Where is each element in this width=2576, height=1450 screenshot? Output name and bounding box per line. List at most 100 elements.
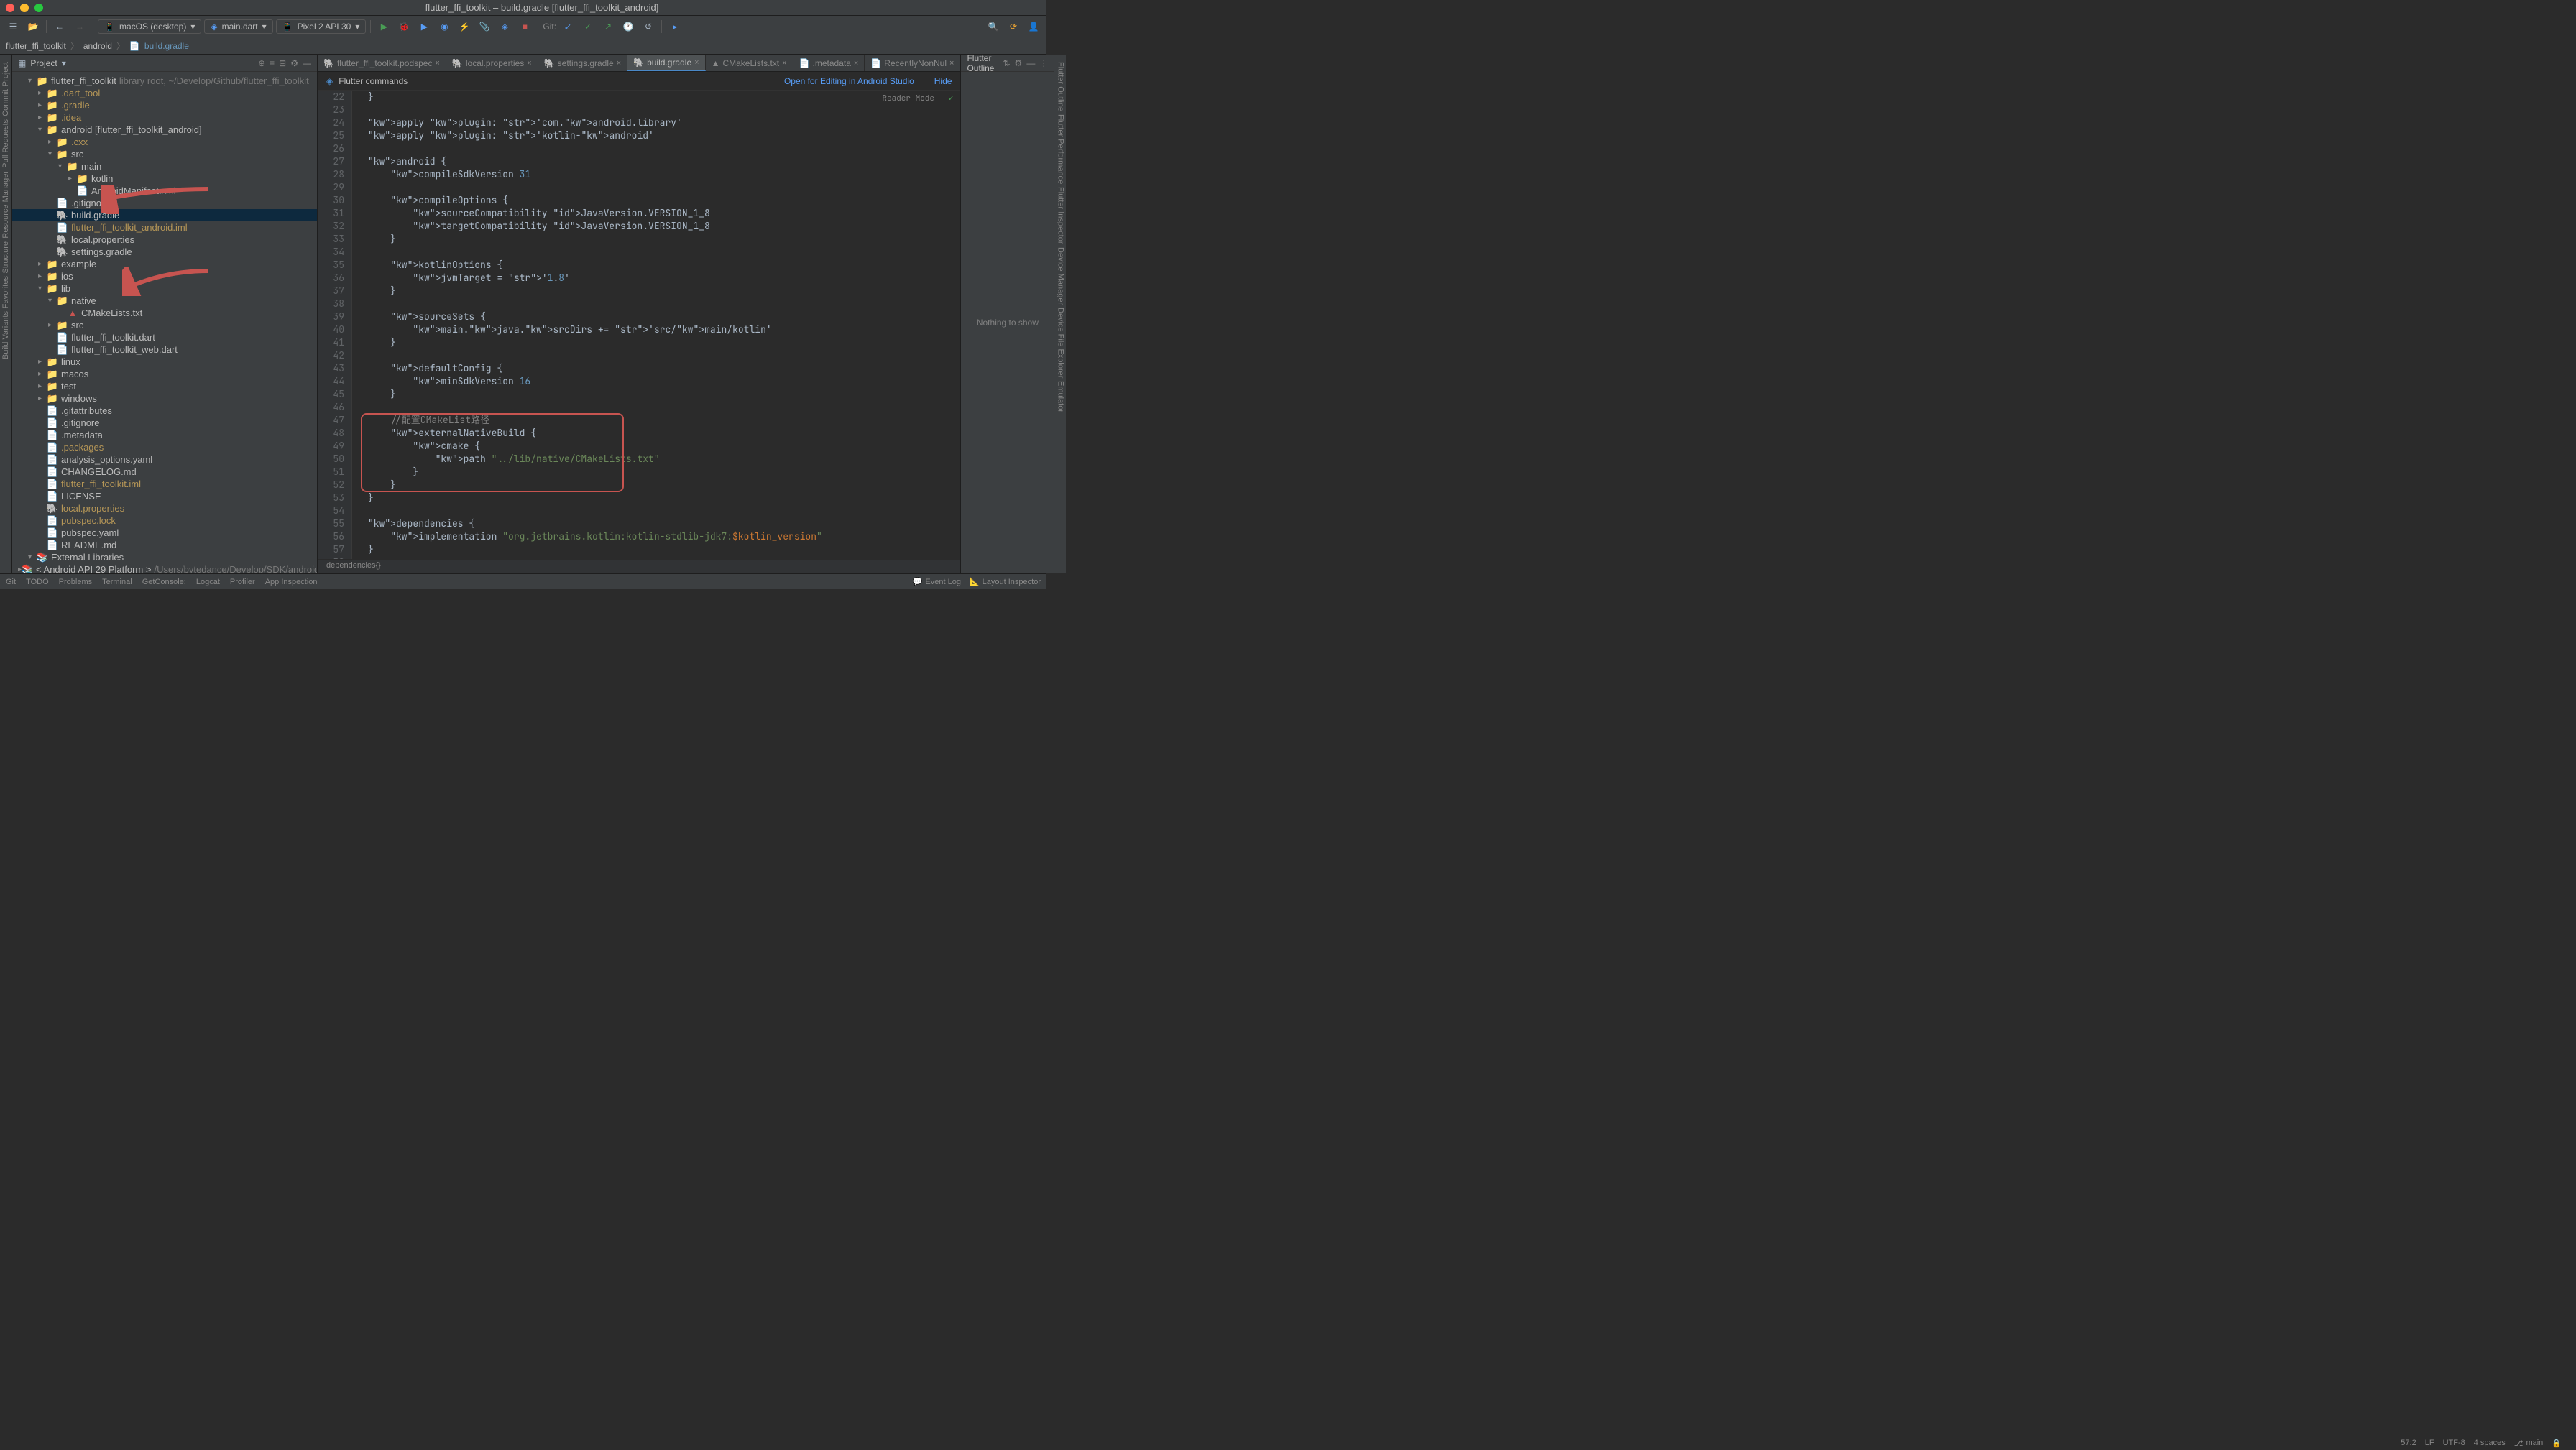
- tree-item-windows[interactable]: ▸📁windows: [12, 392, 317, 405]
- reset-button[interactable]: ⟳: [1005, 18, 1022, 35]
- git-update-button[interactable]: ↙: [559, 18, 576, 35]
- editor-tab-recentlynonnul[interactable]: 📄RecentlyNonNul×: [865, 55, 960, 71]
- close-tab-icon[interactable]: ×: [617, 59, 621, 68]
- encoding[interactable]: UTF-8: [2443, 1439, 2465, 1448]
- tool-tab-device-file-explorer[interactable]: Device File Explorer: [1054, 306, 1066, 379]
- chevron-down-icon[interactable]: ▾: [62, 58, 66, 68]
- tree-item-flutter-ffi-toolkit-web-dart[interactable]: 📄flutter_ffi_toolkit_web.dart: [12, 343, 317, 356]
- tool-tab-flutter-performance[interactable]: Flutter Performance: [1054, 113, 1066, 185]
- close-tab-icon[interactable]: ×: [854, 59, 858, 68]
- tree-item--android-api-29-platform-[interactable]: ▸📚< Android API 29 Platform > /Users/byt…: [12, 563, 317, 573]
- tree-item-linux[interactable]: ▸📁linux: [12, 356, 317, 368]
- close-tab-icon[interactable]: ×: [949, 59, 954, 68]
- project-tree[interactable]: ▾📁flutter_ffi_toolkit library root, ~/De…: [12, 72, 317, 573]
- editor-tab-settings-gradle[interactable]: 🐘settings.gradle×: [538, 55, 627, 71]
- select-opened-icon[interactable]: ⊕: [258, 58, 265, 68]
- maximize-window-button[interactable]: [34, 4, 43, 12]
- attach-button[interactable]: 📎: [476, 18, 493, 35]
- editor-tab-local-properties[interactable]: 🐘local.properties×: [446, 55, 538, 71]
- tree-item-src[interactable]: ▸📁src: [12, 319, 317, 331]
- tool-tab-resource-manager[interactable]: Resource Manager: [0, 170, 12, 240]
- tree-item-flutter-ffi-toolkit-android-iml[interactable]: 📄flutter_ffi_toolkit_android.iml: [12, 221, 317, 234]
- tool-tab-emulator[interactable]: Emulator: [1054, 379, 1066, 414]
- tree-item--idea[interactable]: ▸📁.idea: [12, 111, 317, 124]
- tree-item-readme-md[interactable]: 📄README.md: [12, 539, 317, 551]
- tree-item-kotlin[interactable]: ▸📁kotlin: [12, 172, 317, 185]
- tree-item-flutter-ffi-toolkit[interactable]: ▾📁flutter_ffi_toolkit library root, ~/De…: [12, 75, 317, 87]
- bottom-tool-git[interactable]: Git: [6, 578, 16, 586]
- tree-item--metadata[interactable]: 📄.metadata: [12, 429, 317, 441]
- tree-item--gradle[interactable]: ▸📁.gradle: [12, 99, 317, 111]
- device-selector[interactable]: 📱 macOS (desktop) ▾: [98, 19, 201, 34]
- tree-item--cxx[interactable]: ▸📁.cxx: [12, 136, 317, 148]
- emulator-selector[interactable]: 📱 Pixel 2 API 30 ▾: [276, 19, 367, 34]
- breadcrumb-root[interactable]: flutter_ffi_toolkit: [6, 41, 66, 51]
- more-button[interactable]: ▸: [666, 18, 684, 35]
- git-push-button[interactable]: ↗: [599, 18, 617, 35]
- lock-icon[interactable]: 🔒: [2552, 1439, 2562, 1448]
- editor-tab-cmakelists-txt[interactable]: ▲CMakeLists.txt×: [706, 55, 794, 71]
- indent[interactable]: 4 spaces: [2474, 1439, 2506, 1448]
- tree-item-external-libraries[interactable]: ▾📚External Libraries: [12, 551, 317, 563]
- coverage-button[interactable]: ▶: [415, 18, 433, 35]
- tree-item-settings-gradle[interactable]: 🐘settings.gradle: [12, 246, 317, 258]
- run-config-selector[interactable]: ◈ main.dart ▾: [204, 19, 272, 34]
- tree-item-example[interactable]: ▸📁example: [12, 258, 317, 270]
- tree-item-test[interactable]: ▸📁test: [12, 380, 317, 392]
- tree-item-flutter-ffi-toolkit-iml[interactable]: 📄flutter_ffi_toolkit.iml: [12, 478, 317, 490]
- tree-item-changelog-md[interactable]: 📄CHANGELOG.md: [12, 466, 317, 478]
- tool-tab-pull-requests[interactable]: Pull Requests: [0, 118, 12, 170]
- debug-button[interactable]: 🐞: [395, 18, 413, 35]
- breadcrumb-folder[interactable]: android: [83, 41, 112, 51]
- editor-tab-build-gradle[interactable]: 🐘build.gradle×: [627, 55, 705, 71]
- layout-inspector-button[interactable]: 📐 Layout Inspector: [970, 577, 1041, 586]
- tree-item-build-gradle[interactable]: 🐘build.gradle: [12, 209, 317, 221]
- search-button[interactable]: 🔍: [985, 18, 1002, 35]
- minimize-window-button[interactable]: [20, 4, 29, 12]
- close-tab-icon[interactable]: ×: [694, 58, 699, 67]
- breadcrumb-file[interactable]: build.gradle: [144, 41, 189, 51]
- close-tab-icon[interactable]: ×: [435, 59, 439, 68]
- open-android-studio-link[interactable]: Open for Editing in Android Studio: [784, 76, 914, 86]
- git-branch[interactable]: ⎇ main: [2514, 1439, 2544, 1448]
- tree-item-license[interactable]: 📄LICENSE: [12, 490, 317, 502]
- git-commit-button[interactable]: ✓: [579, 18, 597, 35]
- tree-item--gitattributes[interactable]: 📄.gitattributes: [12, 405, 317, 417]
- tree-item-main[interactable]: ▾📁main: [12, 160, 317, 172]
- tree-item-cmakelists-txt[interactable]: ▲CMakeLists.txt: [12, 307, 317, 319]
- git-revert-button[interactable]: ↺: [640, 18, 657, 35]
- more-icon[interactable]: ⋮: [1039, 58, 1048, 68]
- tree-item-analysis-options-yaml[interactable]: 📄analysis_options.yaml: [12, 453, 317, 466]
- tool-tab-structure[interactable]: Structure: [0, 240, 12, 275]
- close-window-button[interactable]: [6, 4, 14, 12]
- filter-icon[interactable]: ⇅: [1003, 58, 1010, 68]
- code-content[interactable]: } "kw">apply "kw">plugin: "str">'com."kw…: [362, 91, 960, 559]
- event-log-button[interactable]: 💬 Event Log: [913, 577, 961, 586]
- fold-gutter[interactable]: [352, 91, 362, 559]
- tree-item-local-properties[interactable]: 🐘local.properties: [12, 502, 317, 514]
- hot-reload-button[interactable]: ⚡: [456, 18, 473, 35]
- hide-icon[interactable]: —: [303, 58, 311, 68]
- bottom-tool-getconsole-[interactable]: GetConsole:: [142, 578, 186, 586]
- tree-item--gitignore[interactable]: 📄.gitignore: [12, 197, 317, 209]
- close-tab-icon[interactable]: ×: [782, 59, 786, 68]
- back-button[interactable]: ←: [51, 18, 68, 35]
- hide-icon[interactable]: —: [1026, 58, 1035, 68]
- tree-item-lib[interactable]: ▾📁lib: [12, 282, 317, 295]
- tree-item--dart-tool[interactable]: ▸📁.dart_tool: [12, 87, 317, 99]
- tool-tab-flutter-outline[interactable]: Flutter Outline: [1054, 60, 1066, 113]
- tree-item-pubspec-lock[interactable]: 📄pubspec.lock: [12, 514, 317, 527]
- reader-mode-label[interactable]: Reader Mode ✓: [882, 93, 953, 103]
- flutter-attach-button[interactable]: ◈: [496, 18, 513, 35]
- settings-icon[interactable]: ⚙: [290, 58, 298, 68]
- open-button[interactable]: 📂: [24, 18, 42, 35]
- tree-item-androidmanifest-xml[interactable]: 📄AndroidManifest.xml: [12, 185, 317, 197]
- bottom-tool-problems[interactable]: Problems: [59, 578, 92, 586]
- editor-tab--metadata[interactable]: 📄.metadata×: [794, 55, 865, 71]
- run-button[interactable]: ▶: [375, 18, 392, 35]
- bottom-tool-app-inspection[interactable]: App Inspection: [265, 578, 318, 586]
- bottom-tool-terminal[interactable]: Terminal: [102, 578, 132, 586]
- collapse-all-icon[interactable]: ⊟: [279, 58, 286, 68]
- hide-banner-link[interactable]: Hide: [934, 76, 952, 86]
- settings-icon[interactable]: ⚙: [1015, 58, 1023, 68]
